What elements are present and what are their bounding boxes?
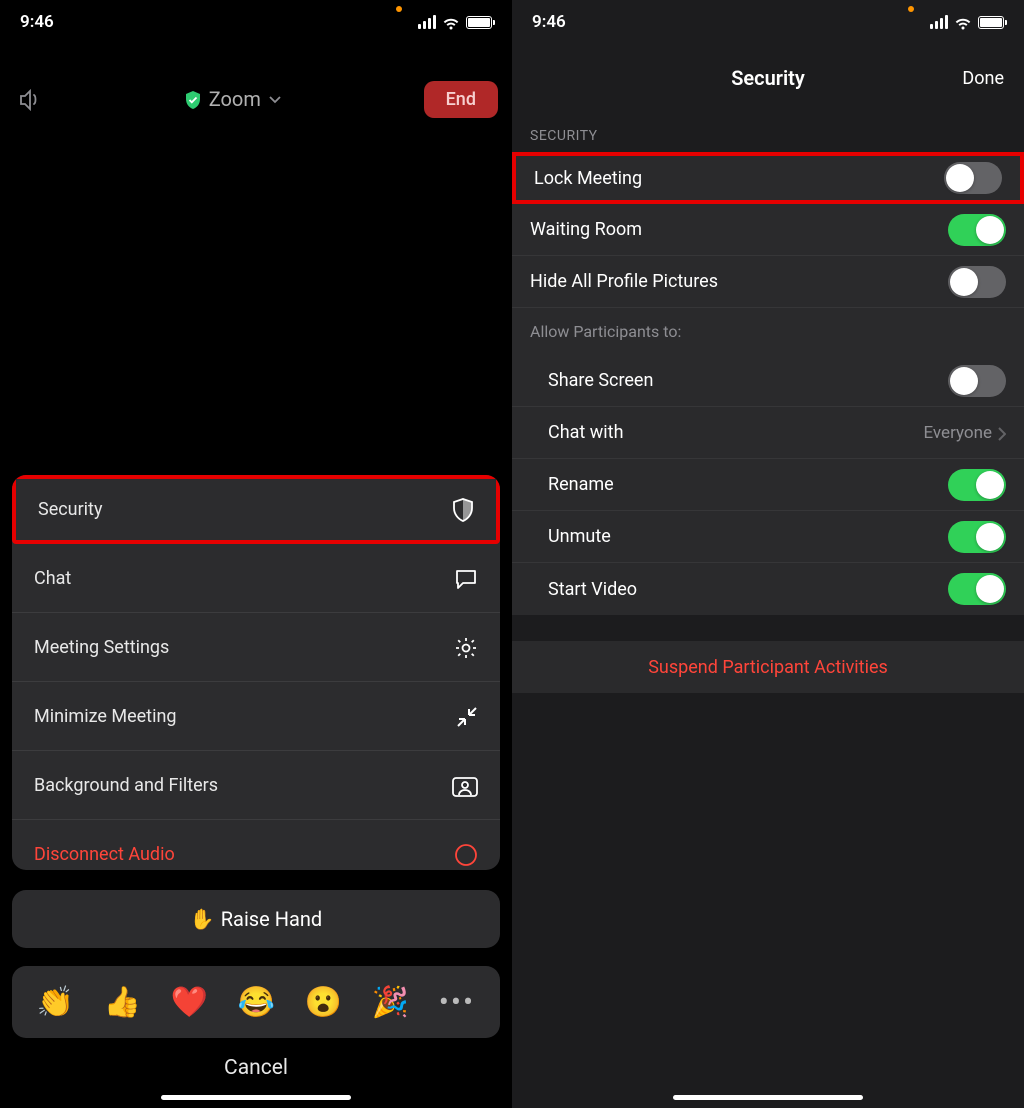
toggle-waiting-room[interactable] (948, 214, 1006, 246)
toggle-share-screen[interactable] (948, 365, 1006, 397)
end-button-label: End (446, 89, 476, 110)
recording-dot-icon (908, 6, 914, 12)
suspend-label: Suspend Participant Activities (648, 657, 888, 678)
recording-dot-icon (396, 6, 402, 12)
toggle-start-video[interactable] (948, 573, 1006, 605)
home-indicator (161, 1095, 351, 1100)
reaction-thumbsup[interactable]: 👍 (104, 985, 141, 1020)
meeting-title[interactable]: Zoom (185, 87, 281, 111)
suspend-activities-button[interactable]: Suspend Participant Activities (512, 641, 1024, 693)
cell-rename-label: Rename (530, 474, 614, 495)
cell-lock-label: Lock Meeting (534, 168, 642, 189)
status-icons (930, 13, 1004, 31)
chat-with-value-text: Everyone (923, 423, 992, 443)
cell-hide-pictures[interactable]: Hide All Profile Pictures (512, 256, 1024, 308)
status-bar: 9:46 (0, 0, 512, 44)
wifi-icon (442, 13, 460, 31)
chevron-down-icon (269, 92, 281, 106)
chat-icon (454, 566, 478, 591)
cell-lock-meeting[interactable]: Lock Meeting (512, 152, 1024, 204)
cell-unmute-label: Unmute (530, 526, 611, 547)
shield-icon (452, 497, 474, 523)
zoom-header: Zoom End (0, 64, 512, 134)
cellular-signal-icon (930, 15, 948, 29)
menu-background-label: Background and Filters (34, 775, 218, 796)
toggle-lock-meeting[interactable] (944, 162, 1002, 194)
section-header-security: SECURITY (512, 106, 1024, 152)
battery-icon (978, 16, 1004, 29)
security-settings-group: Lock Meeting Waiting Room Hide All Profi… (512, 152, 1024, 615)
menu-minimize[interactable]: Minimize Meeting (12, 682, 500, 751)
done-button[interactable]: Done (962, 68, 1004, 89)
menu-disconnect-audio[interactable]: Disconnect Audio (12, 820, 500, 870)
reaction-more-icon[interactable]: ••• (439, 985, 475, 1020)
left-screenshot: 9:46 Zoom End Security (0, 0, 512, 1108)
disconnect-icon (454, 842, 478, 868)
menu-chat[interactable]: Chat (12, 544, 500, 613)
cell-rename[interactable]: Rename (512, 459, 1024, 511)
reaction-tada[interactable]: 🎉 (372, 985, 409, 1020)
minimize-icon (456, 704, 478, 729)
menu-settings[interactable]: Meeting Settings (12, 613, 500, 682)
action-sheet: Security Chat Meeting Settings Minimize … (12, 475, 500, 1090)
meeting-title-text: Zoom (209, 87, 261, 111)
gear-icon (454, 634, 478, 660)
cell-chat-with[interactable]: Chat with Everyone (512, 407, 1024, 459)
menu-settings-label: Meeting Settings (34, 637, 169, 658)
reaction-heart[interactable]: ❤️ (171, 985, 208, 1020)
speaker-icon[interactable] (18, 87, 42, 112)
allow-participants-label: Allow Participants to: (512, 308, 1024, 355)
status-icons (418, 13, 492, 31)
shield-check-icon (185, 89, 201, 108)
cancel-button[interactable]: Cancel (12, 1038, 500, 1090)
menu-security[interactable]: Security (12, 475, 500, 544)
cell-waiting-room[interactable]: Waiting Room (512, 204, 1024, 256)
home-indicator (673, 1095, 863, 1100)
cell-start-video[interactable]: Start Video (512, 563, 1024, 615)
wifi-icon (954, 13, 972, 31)
cell-hide-label: Hide All Profile Pictures (530, 271, 718, 292)
nav-title: Security (731, 66, 805, 90)
raise-hand-button[interactable]: ✋ Raise Hand (12, 890, 500, 948)
reaction-wow[interactable]: 😮 (305, 985, 342, 1020)
right-screenshot: 9:46 Security Done SECURITY Lock Meeting… (512, 0, 1024, 1108)
chat-with-value: Everyone (923, 423, 1006, 443)
menu-security-label: Security (38, 499, 102, 520)
cell-share-label: Share Screen (530, 370, 653, 391)
menu-background[interactable]: Background and Filters (12, 751, 500, 820)
menu-minimize-label: Minimize Meeting (34, 706, 177, 727)
status-time: 9:46 (20, 12, 54, 32)
menu-disconnect-label: Disconnect Audio (34, 844, 175, 865)
cell-startvideo-label: Start Video (530, 579, 637, 600)
nav-bar: Security Done (512, 50, 1024, 106)
chevron-right-icon (998, 424, 1006, 442)
cell-chatwith-label: Chat with (530, 422, 623, 443)
toggle-rename[interactable] (948, 469, 1006, 501)
raise-hand-label: Raise Hand (221, 907, 322, 931)
status-bar: 9:46 (512, 0, 1024, 44)
raise-hand-emoji-icon: ✋ (190, 907, 215, 931)
cellular-signal-icon (418, 15, 436, 29)
toggle-hide-pictures[interactable] (948, 266, 1006, 298)
cell-share-screen[interactable]: Share Screen (512, 355, 1024, 407)
battery-icon (466, 16, 492, 29)
status-time: 9:46 (532, 12, 566, 32)
done-label: Done (962, 68, 1004, 89)
cancel-label: Cancel (224, 1056, 288, 1080)
menu-chat-label: Chat (34, 568, 71, 589)
reaction-clap[interactable]: 👏 (37, 985, 74, 1020)
reaction-row: 👏 👍 ❤️ 😂 😮 🎉 ••• (12, 966, 500, 1038)
end-button[interactable]: End (424, 81, 498, 118)
more-menu-list: Security Chat Meeting Settings Minimize … (12, 475, 500, 870)
reaction-laugh[interactable]: 😂 (238, 985, 275, 1020)
cell-unmute[interactable]: Unmute (512, 511, 1024, 563)
person-rect-icon (452, 773, 478, 797)
cell-waiting-label: Waiting Room (530, 219, 642, 240)
toggle-unmute[interactable] (948, 521, 1006, 553)
